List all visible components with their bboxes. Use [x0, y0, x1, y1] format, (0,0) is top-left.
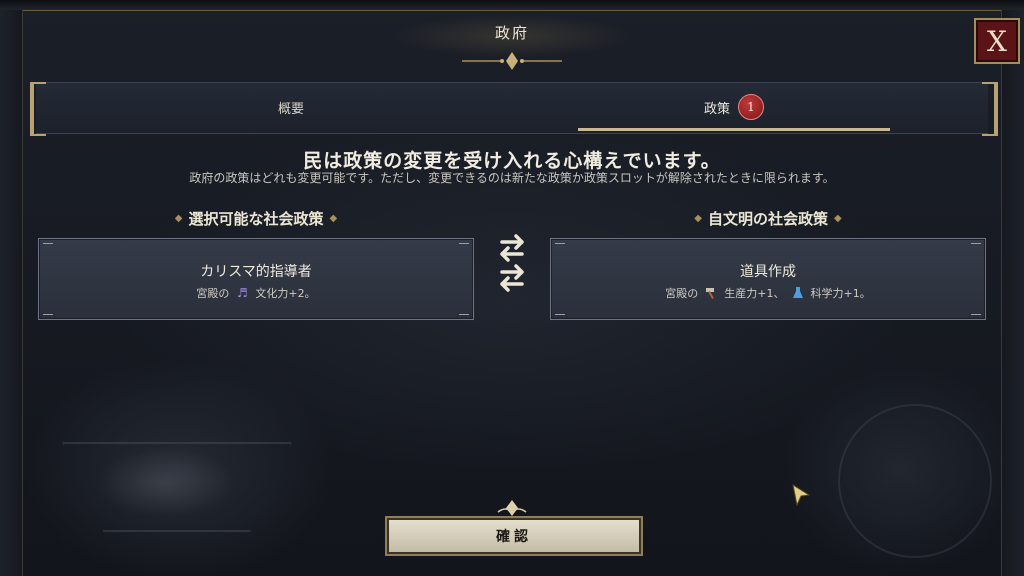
hammer-icon — [706, 288, 715, 299]
policy-card-effect: 宮殿の 生産力+1、 科学力+1。 — [551, 285, 985, 301]
diamond-ornament-icon: ◆ — [834, 212, 842, 224]
swap-arrows-icon[interactable] — [494, 232, 530, 294]
effect-text: 生産力+1、 — [724, 287, 785, 300]
policy-card-charismatic-leader[interactable]: カリスマ的指導者 宮殿の ♬ 文化力+2。 — [38, 238, 474, 320]
card-corner — [971, 308, 981, 315]
description-text: 政府の政策はどれも変更可能です。ただし、変更できるのは新たな政策か政策スロットが… — [189, 171, 835, 185]
mouse-cursor-icon — [792, 484, 810, 506]
tab-overview[interactable]: 概要 — [36, 82, 546, 132]
tab-policies-label: 政策 — [703, 101, 730, 117]
music-note-icon: ♬ — [237, 286, 248, 300]
background-terrain — [95, 448, 235, 518]
tab-overview-label: 概要 — [277, 101, 304, 117]
close-button[interactable]: X — [974, 18, 1020, 64]
card-corner — [43, 243, 53, 250]
card-corner — [555, 308, 565, 315]
close-icon: X — [987, 24, 1007, 58]
confirm-button-label: 確認 — [496, 529, 532, 545]
right-frame — [1001, 10, 1024, 576]
title-ornament-icon — [462, 52, 562, 70]
effect-text: 文化力+2。 — [255, 287, 316, 300]
background-minimap-ring — [838, 404, 992, 558]
window-title: 政府 — [494, 24, 529, 42]
diamond-ornament-icon: ◆ — [329, 212, 338, 224]
policy-card-craftsmanship[interactable]: 道具作成 宮殿の 生産力+1、 科学力+1。 — [550, 238, 986, 320]
confirm-button[interactable]: 確認 — [385, 516, 643, 556]
card-corner — [43, 308, 53, 315]
policy-card-title: 道具作成 — [740, 264, 796, 280]
flask-icon — [792, 287, 803, 298]
effect-prefix: 宮殿の — [665, 287, 699, 300]
active-tab-indicator — [578, 128, 890, 131]
diamond-ornament-icon: ◆ — [174, 212, 183, 224]
civ-policies-heading: ◆ 自文明の社会政策 ◆ — [550, 208, 986, 228]
left-frame — [0, 10, 23, 576]
policy-card-title: カリスマ的指導者 — [200, 264, 312, 280]
tab-policies[interactable]: 政策 1 — [578, 82, 890, 132]
available-policies-heading: ◆ 選択可能な社会政策 ◆ — [38, 208, 474, 228]
card-corner — [971, 243, 981, 250]
available-policies-heading-label: 選択可能な社会政策 — [188, 209, 324, 228]
civ-policies-heading-label: 自文明の社会政策 — [707, 209, 828, 228]
policy-card-effect: 宮殿の ♬ 文化力+2。 — [39, 285, 473, 301]
card-corner — [459, 308, 469, 315]
card-corner — [459, 243, 469, 250]
notification-badge: 1 — [738, 94, 764, 120]
tab-bar-right-cap — [982, 82, 998, 136]
effect-prefix: 宮殿の — [196, 287, 230, 300]
top-frame — [0, 0, 1024, 11]
card-corner — [555, 243, 565, 250]
effect-text: 科学力+1。 — [810, 287, 871, 300]
diamond-ornament-icon: ◆ — [694, 212, 702, 224]
